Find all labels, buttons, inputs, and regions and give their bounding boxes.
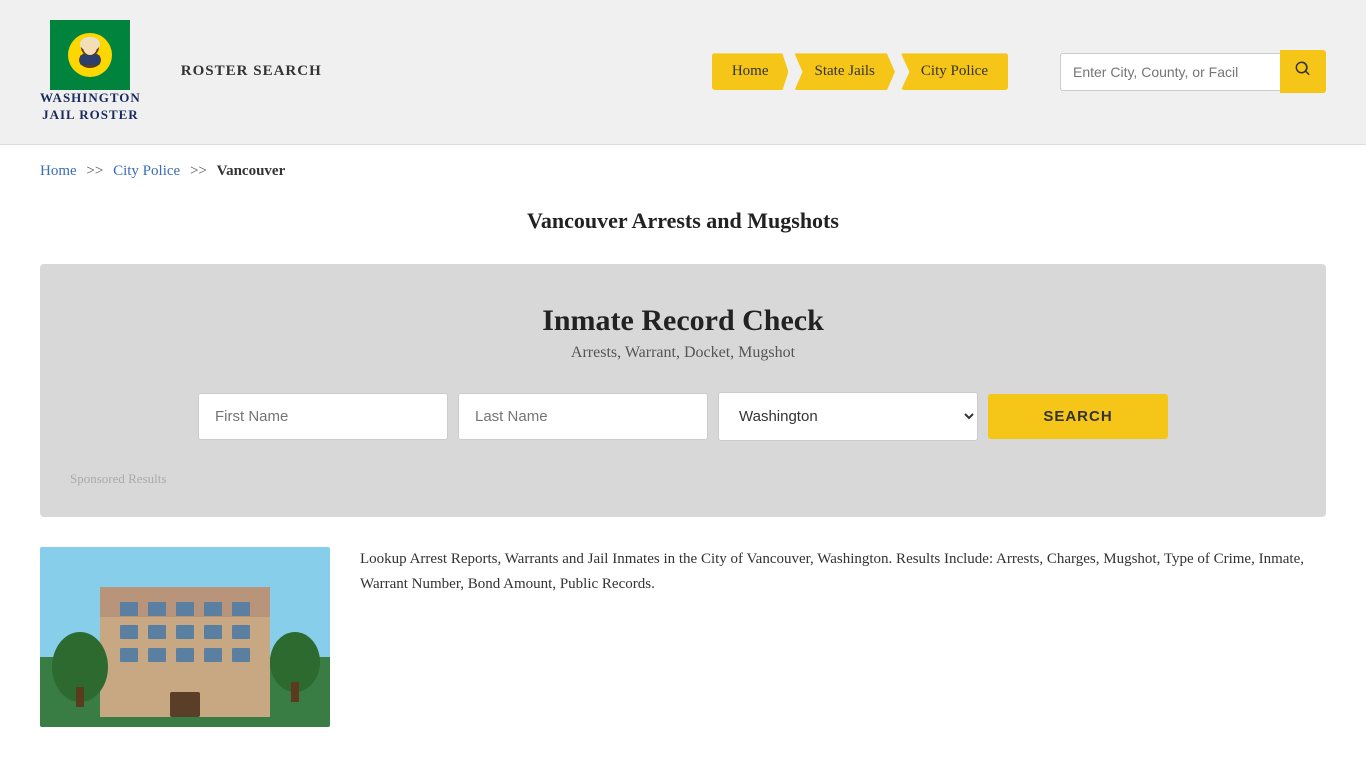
nav-home-button[interactable]: Home — [712, 53, 789, 90]
search-button[interactable]: SEARCH — [988, 394, 1168, 439]
nav-city-police-button[interactable]: City Police — [901, 53, 1008, 90]
page-title: Vancouver Arrests and Mugshots — [0, 198, 1366, 264]
inmate-record-subtitle: Arrests, Warrant, Docket, Mugshot — [70, 344, 1296, 362]
last-name-input[interactable] — [458, 393, 708, 440]
description-text: Lookup Arrest Reports, Warrants and Jail… — [360, 547, 1326, 598]
bottom-section: Lookup Arrest Reports, Warrants and Jail… — [0, 517, 1366, 757]
breadcrumb-current: Vancouver — [217, 163, 286, 179]
header-search-area — [1060, 50, 1326, 93]
nav-state-jails-button[interactable]: State Jails — [794, 53, 894, 90]
search-form-row: AlabamaAlaskaArizonaArkansasCaliforniaCo… — [70, 392, 1296, 441]
logo-link[interactable]: WASHINGTON JAIL ROSTER — [40, 20, 141, 124]
breadcrumb: Home >> City Police >> Vancouver — [0, 145, 1366, 198]
breadcrumb-sep2: >> — [190, 163, 207, 179]
header-search-input[interactable] — [1060, 53, 1280, 91]
search-icon — [1294, 60, 1312, 78]
header-search-button[interactable] — [1280, 50, 1326, 93]
building-image — [40, 547, 330, 727]
state-select[interactable]: AlabamaAlaskaArizonaArkansasCaliforniaCo… — [718, 392, 978, 441]
breadcrumb-home-link[interactable]: Home — [40, 163, 77, 179]
inmate-record-box: Inmate Record Check Arrests, Warrant, Do… — [40, 264, 1326, 517]
roster-search-label: ROSTER SEARCH — [181, 63, 322, 80]
header: WASHINGTON JAIL ROSTER ROSTER SEARCH Hom… — [0, 0, 1366, 145]
sponsored-results-label: Sponsored Results — [70, 461, 1296, 487]
building-illustration — [40, 547, 330, 727]
inmate-record-title: Inmate Record Check — [70, 304, 1296, 338]
breadcrumb-city-police-link[interactable]: City Police — [113, 163, 180, 179]
logo-title: WASHINGTON JAIL ROSTER — [40, 90, 141, 124]
logo-flag-icon — [50, 20, 130, 90]
nav: Home State Jails City Police — [712, 53, 1010, 90]
breadcrumb-sep1: >> — [86, 163, 103, 179]
first-name-input[interactable] — [198, 393, 448, 440]
